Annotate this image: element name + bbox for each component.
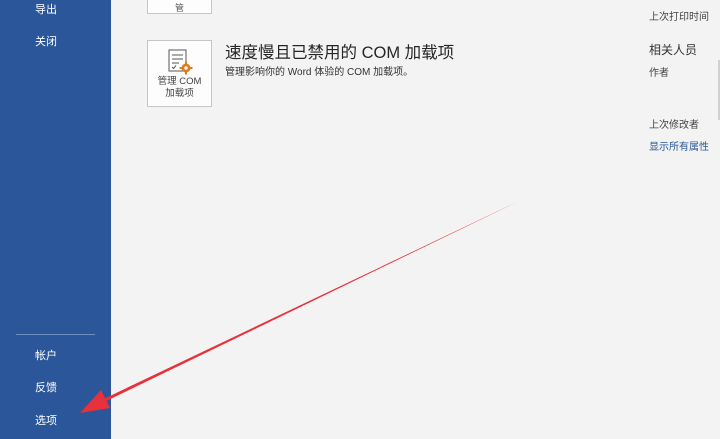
tile-label-line1: 管理 COM — [157, 76, 202, 87]
nav-feedback[interactable]: 反馈 — [0, 374, 111, 402]
show-all-properties-link[interactable]: 显示所有属性 — [649, 138, 709, 153]
nav-close[interactable]: 关闭 — [0, 28, 111, 56]
tile-label: 管理 COM 加载项 — [148, 76, 211, 100]
section-description: 管理影响你的 Word 体验的 COM 加载项。 — [225, 67, 414, 78]
manage-tile-top[interactable]: 管 — [147, 0, 212, 14]
com-addins-icon — [168, 49, 193, 75]
nav-options[interactable]: 选项 — [0, 407, 111, 435]
backstage-sidebar: 导出 关闭 帐户 反馈 选项 — [0, 0, 111, 439]
related-people-heading: 相关人员 — [649, 43, 698, 57]
nav-divider — [16, 334, 95, 335]
nav-account[interactable]: 帐户 — [0, 342, 111, 370]
tile-label-line2: 加载项 — [165, 88, 194, 99]
author-label: 作者 — [649, 68, 669, 79]
tile-label: 管 — [174, 3, 184, 13]
main-content: 管 管理 COM 加载项 速度慢且已禁用的 COM 加载项 管理影响你的 Wor… — [111, 0, 641, 439]
section-title: 速度慢且已禁用的 COM 加载项 — [225, 44, 455, 62]
properties-panel: 上次打印时间 相关人员 作者 上次修改者 显示所有属性 — [641, 0, 720, 439]
manage-com-addins-button[interactable]: 管理 COM 加载项 — [147, 40, 212, 107]
nav-export[interactable]: 导出 — [0, 0, 111, 24]
last-modified-by-label: 上次修改者 — [649, 120, 699, 131]
last-print-time-label: 上次打印时间 — [649, 12, 709, 23]
